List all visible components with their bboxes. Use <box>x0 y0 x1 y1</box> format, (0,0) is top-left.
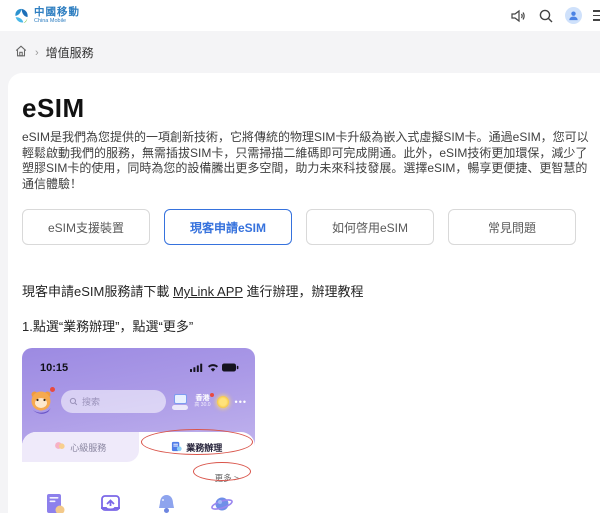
phone-search-placeholder: 搜索 <box>82 395 100 408</box>
more-link: 更多 > <box>215 473 239 483</box>
wifi-icon <box>207 359 219 377</box>
signal-icon <box>190 359 204 377</box>
business-icon <box>171 441 182 454</box>
grid-item: 國際漫遊 <box>194 492 249 513</box>
more-row: 更多 > <box>22 462 255 488</box>
breadcrumb-separator: › <box>35 47 39 59</box>
breadcrumb: › 增值服務 <box>0 31 600 73</box>
mylink-app-link[interactable]: MyLink APP <box>173 284 243 299</box>
phone-tab-business: 業務辦理 <box>139 432 256 462</box>
heart-icon <box>54 441 66 453</box>
phone-tab-label: 心級服務 <box>70 441 106 454</box>
bell-icon <box>154 492 179 513</box>
china-mobile-logo[interactable]: 中國移動 China Mobile <box>13 7 80 25</box>
mascot-icon <box>28 388 55 415</box>
top-header: 中國移動 China Mobile <box>0 0 600 31</box>
phone-tab-heart-services: 心級服務 <box>22 432 139 462</box>
phone-status-bar: 10:15 <box>22 348 255 377</box>
search-icon[interactable] <box>537 7 554 24</box>
main-content-card: eSIM eSIM是我們為您提供的一項創新技術，它將傳統的物理SIM卡升級為嵌入… <box>8 73 600 513</box>
logo-subtitle: China Mobile <box>34 19 80 25</box>
planet-icon <box>209 492 234 513</box>
grid-item: 服務計劃 升級續約 <box>28 492 83 513</box>
mylink-app-screenshot: 10:15 <box>22 348 255 513</box>
mini-app-icon <box>172 394 188 410</box>
service-grid: 服務計劃 升級續約 申請增值 服務 <box>22 488 255 513</box>
tab-apply-esim[interactable]: 現客申請eSIM <box>164 209 292 245</box>
weather-temp: 高 30.0 <box>194 403 210 408</box>
page-description: eSIM是我們為您提供的一項創新技術，它將傳統的物理SIM卡升級為嵌入式虛擬SI… <box>22 130 590 192</box>
instruction-suffix: 進行辦理，辦理教程 <box>243 284 364 299</box>
instruction-prefix: 現客申請eSIM服務請下載 <box>22 284 173 299</box>
phone-tab-label: 業務辦理 <box>186 441 222 454</box>
step-1-text: 1.點選“業務辦理”，點選“更多” <box>22 316 590 335</box>
page-title: eSIM <box>22 93 590 124</box>
sun-icon <box>217 396 229 408</box>
esim-tab-row: eSIM支援裝置 現客申請eSIM 如何啓用eSIM 常見問題 <box>22 209 590 245</box>
grid-item: 視頻接駁 鈴聲 <box>139 492 194 513</box>
user-avatar[interactable] <box>565 7 582 24</box>
plan-upgrade-icon <box>43 492 68 513</box>
menu-icon[interactable] <box>593 10 600 21</box>
tab-activate-esim[interactable]: 如何啓用eSIM <box>306 209 434 245</box>
announcement-icon[interactable] <box>509 7 526 24</box>
china-mobile-swirl-icon <box>13 7 30 24</box>
home-icon[interactable] <box>14 44 28 61</box>
phone-sheet: 心級服務 業務辦理 更多 > <box>22 432 255 513</box>
phone-header-row: 搜索 香港 高 30.0 ••• <box>22 388 255 415</box>
phone-search-bar: 搜索 <box>61 390 166 413</box>
instruction-line: 現客申請eSIM服務請下載 MyLink APP 進行辦理，辦理教程 <box>22 281 590 300</box>
more-dots-icon: ••• <box>235 397 247 407</box>
tab-esim-devices[interactable]: eSIM支援裝置 <box>22 209 150 245</box>
logo-title: 中國移動 <box>34 7 80 18</box>
status-time: 10:15 <box>40 362 68 374</box>
tab-faq[interactable]: 常見問題 <box>448 209 576 245</box>
weather-widget: 香港 高 30.0 <box>194 395 210 408</box>
grid-item: 申請增值 服務 <box>83 492 138 513</box>
battery-icon <box>222 359 239 377</box>
inbox-arrow-icon <box>98 492 123 513</box>
breadcrumb-item[interactable]: 增值服務 <box>46 44 94 61</box>
